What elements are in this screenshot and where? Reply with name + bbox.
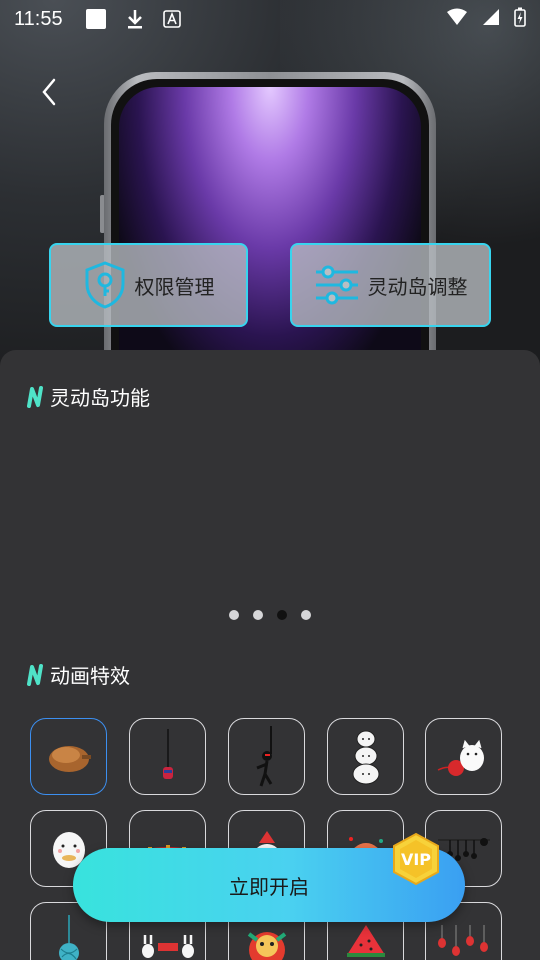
download-icon xyxy=(125,8,145,30)
permission-manage-label: 权限管理 xyxy=(134,274,215,299)
island-adjust-button[interactable]: 灵动岛调整 xyxy=(290,243,491,327)
notification-square-icon xyxy=(85,8,107,30)
stacked-bears-icon xyxy=(352,730,379,784)
wifi-icon xyxy=(446,8,468,30)
island-features-title: 灵动岛功能 xyxy=(50,386,150,410)
back-button[interactable] xyxy=(34,74,64,110)
lanterns-icon xyxy=(437,924,488,956)
animation-effects-header: 动画特效 xyxy=(26,660,130,689)
battery-charging-icon xyxy=(514,7,526,31)
enable-now-label: 立即开启 xyxy=(229,874,309,899)
lion-dance-icon xyxy=(247,931,286,960)
island-features-header: 灵动岛功能 xyxy=(26,382,150,411)
cat-yarn-icon xyxy=(437,739,484,776)
watermelon-icon xyxy=(346,924,385,957)
vip-hexagon-icon: VIP xyxy=(393,832,439,886)
phone-screen-wallpaper xyxy=(119,87,421,372)
phone-bezel xyxy=(111,79,429,372)
sliders-icon xyxy=(315,265,358,305)
vip-badge: VIP xyxy=(392,832,440,886)
carousel-dot[interactable] xyxy=(253,610,263,620)
effect-tile[interactable] xyxy=(327,718,404,795)
effect-tile[interactable] xyxy=(425,718,502,795)
carousel-dot[interactable] xyxy=(229,610,239,620)
phone-preview xyxy=(104,72,436,372)
status-time: 11:55 xyxy=(14,7,63,30)
hanging-spider-icon xyxy=(162,728,173,779)
permission-manage-button[interactable]: 权限管理 xyxy=(49,243,248,327)
carousel-dot[interactable] xyxy=(301,610,311,620)
yarn-ball-icon xyxy=(58,914,79,960)
effect-tile[interactable] xyxy=(228,718,305,795)
chevron-left-icon xyxy=(42,78,56,106)
section-mark-icon xyxy=(27,385,43,408)
animation-effects-title: 动画特效 xyxy=(50,664,130,688)
section-mark-icon xyxy=(27,663,43,686)
shield-key-icon xyxy=(85,261,124,309)
carousel-indicator xyxy=(0,610,540,620)
carousel-dot-active[interactable] xyxy=(277,610,287,620)
text-a-icon xyxy=(162,10,181,28)
status-bar: 11:55 xyxy=(0,0,540,38)
signal-icon xyxy=(482,8,500,30)
bread-icon xyxy=(48,745,91,772)
vip-badge-text: VIP xyxy=(401,850,431,869)
rabbits-banner-icon xyxy=(141,934,194,958)
effect-tile-selected[interactable] xyxy=(30,718,107,795)
effect-tile[interactable] xyxy=(129,718,206,795)
ninja-rope-icon xyxy=(255,725,272,786)
island-adjust-label: 灵动岛调整 xyxy=(367,274,468,299)
